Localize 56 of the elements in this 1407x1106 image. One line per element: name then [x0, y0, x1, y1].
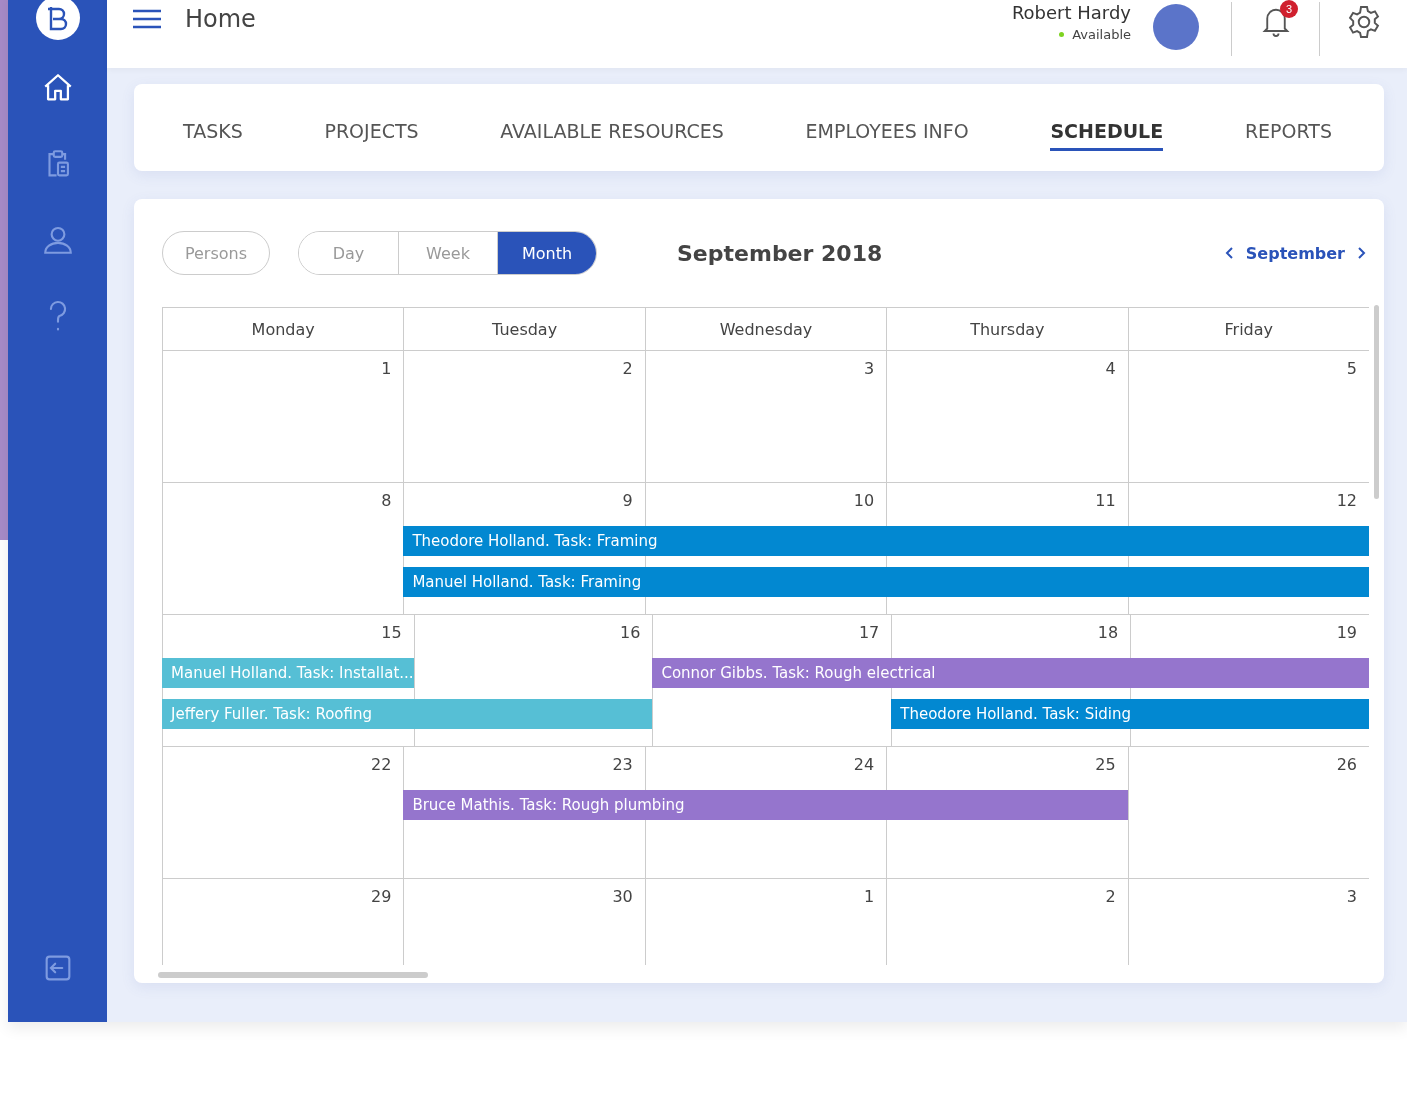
view-toggle[interactable]: Month [497, 232, 596, 274]
user-status: Available [1072, 27, 1131, 42]
date-number: 26 [1336, 754, 1358, 774]
nav-tab[interactable]: REPORTS [1244, 110, 1332, 151]
nav-tab[interactable]: TASKS [183, 110, 243, 151]
date-number: 3 [1346, 886, 1358, 906]
nav-tab[interactable]: AVAILABLE RESOURCES [500, 110, 724, 151]
weekday-header: Friday [1127, 308, 1369, 351]
date-number: 1 [381, 358, 393, 378]
avatar-placeholder[interactable] [1153, 4, 1199, 50]
weekday-header: Tuesday [403, 308, 645, 351]
date-number: 30 [612, 886, 634, 906]
date-number: 10 [853, 490, 876, 510]
date-number: 18 [1097, 622, 1120, 642]
event-bar[interactable]: Theodore Holland. Task: Framing [403, 526, 1369, 556]
page-title: Home [185, 5, 256, 33]
date-number: 22 [371, 754, 393, 774]
horizontal-scrollbar[interactable] [158, 972, 428, 978]
date-number: 23 [612, 754, 634, 774]
event-bar[interactable]: Connor Gibbs. Task: Rough electrical [652, 658, 1369, 688]
event-bar[interactable]: Bruce Mathis. Task: Rough plumbing [403, 790, 1128, 820]
date-number: 4 [1105, 358, 1117, 378]
date-number: 2 [622, 358, 634, 378]
notification-count: 3 [1280, 0, 1298, 18]
date-number: 29 [371, 886, 393, 906]
notifications-button[interactable]: 3 [1232, 2, 1319, 46]
nav-tab[interactable]: PROJECTS [324, 110, 419, 151]
nav-tab[interactable]: EMPLOYEES INFO [805, 110, 969, 151]
event-bar[interactable]: Jeffery Fuller. Task: Roofing [162, 699, 653, 729]
calendar-title: September 2018 [677, 240, 883, 266]
date-number: 16 [620, 622, 642, 642]
menu-icon[interactable] [133, 8, 161, 30]
user-name: Robert Hardy [1011, 2, 1131, 23]
date-number: 25 [1095, 754, 1117, 774]
weekday-header: Monday [162, 308, 404, 351]
date-number: 9 [622, 490, 634, 510]
date-number: 15 [381, 622, 403, 642]
date-number: 19 [1336, 622, 1358, 642]
persons-button[interactable]: Persons [162, 231, 270, 275]
date-number: 11 [1095, 490, 1117, 510]
date-number: 5 [1346, 358, 1358, 378]
event-bar[interactable]: Theodore Holland. Task: Siding [891, 699, 1369, 729]
event-bar[interactable]: Manuel Holland. Task: Installat... [162, 658, 414, 688]
date-number: 3 [864, 358, 876, 378]
date-number: 17 [858, 622, 881, 642]
weekday-header: Thursday [886, 308, 1128, 351]
date-number: 1 [864, 886, 876, 906]
nav-tab[interactable]: SCHEDULE [1050, 110, 1164, 151]
vertical-scrollbar[interactable] [1374, 305, 1379, 499]
month-label: September [1245, 243, 1345, 263]
date-number: 24 [853, 754, 876, 774]
date-number: 2 [1105, 886, 1117, 906]
date-number: 8 [381, 490, 393, 510]
weekday-header: Wednesday [644, 308, 887, 351]
event-bar[interactable]: Manuel Holland. Task: Framing [403, 567, 1369, 597]
date-number: 12 [1336, 490, 1358, 510]
